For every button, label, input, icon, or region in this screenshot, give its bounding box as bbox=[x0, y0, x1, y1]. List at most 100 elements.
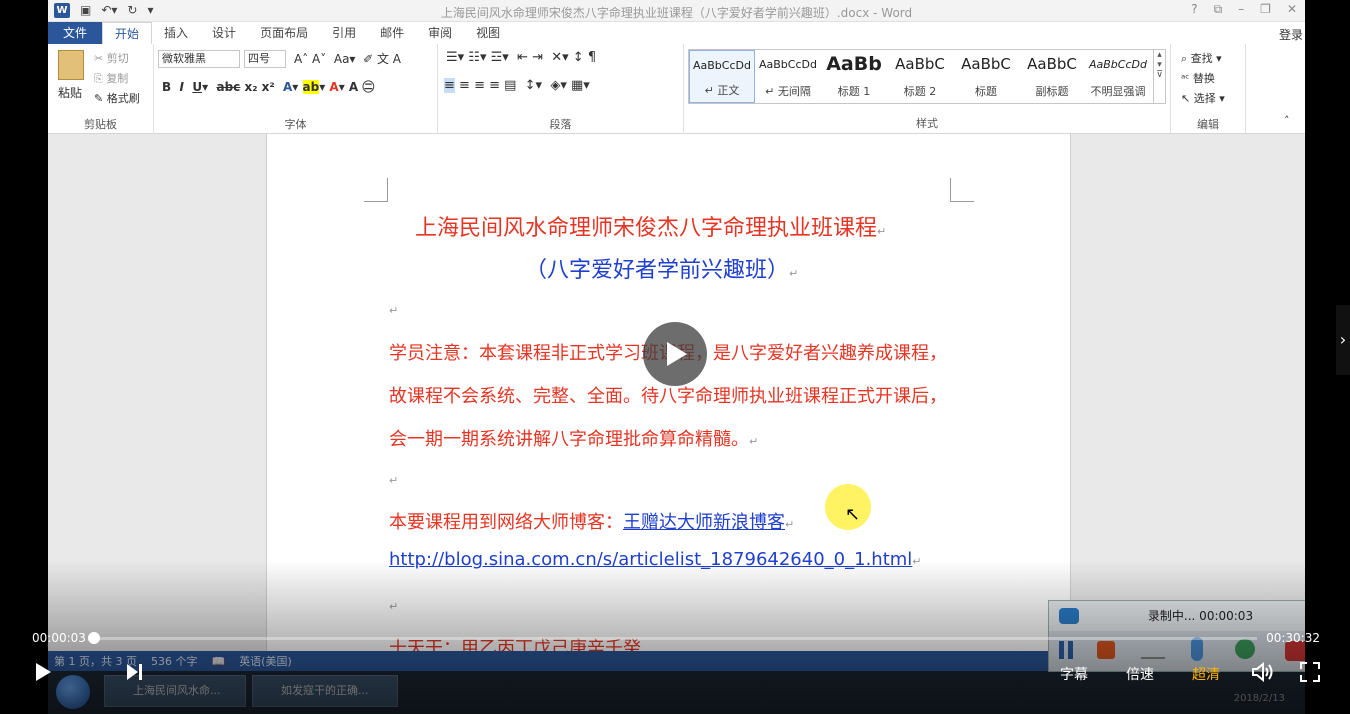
style-heading1[interactable]: AaBb 标题 1 bbox=[821, 50, 887, 103]
mouse-pointer-icon: ↖ bbox=[845, 504, 861, 525]
play-icon bbox=[667, 342, 687, 366]
font-grow-shrink-icons[interactable]: A˄ A˅ Aa▾ ✐ 文 A bbox=[294, 50, 401, 67]
quality-button[interactable]: 超清 bbox=[1192, 664, 1220, 684]
notice-line-3: 会一期一期系统讲解八字命理批命算命精髓。↵ bbox=[389, 425, 758, 451]
style-name: 标题 1 bbox=[837, 85, 871, 98]
speed-button[interactable]: 倍速 bbox=[1126, 664, 1154, 684]
clipboard-group: 粘贴 ✂ 剪切 ⎘ 复制 ✎ 格式刷 剪贴板 bbox=[48, 44, 154, 134]
word-count[interactable]: 536 个字 bbox=[151, 653, 198, 669]
tab-review[interactable]: 审阅 bbox=[416, 22, 464, 44]
document-title: 上海民间风水命理师宋俊杰八字命理执业班课程↵ bbox=[415, 210, 886, 242]
collapse-ribbon-icon[interactable]: ˄ bbox=[1284, 114, 1290, 127]
paste-icon[interactable] bbox=[58, 50, 84, 80]
list-icons[interactable]: ☰▾ ☷▾ ☲▾ ⇤ ⇥ ✕▾ ↕ ¶ bbox=[446, 50, 596, 65]
brush-icon: ✎ bbox=[94, 92, 104, 105]
next-button[interactable] bbox=[126, 662, 144, 682]
style-name: 标题 2 bbox=[903, 85, 937, 98]
restore-icon[interactable]: ❐ bbox=[1260, 2, 1271, 17]
close-icon[interactable]: ✕ bbox=[1287, 2, 1297, 17]
help-icon[interactable]: ? bbox=[1191, 2, 1197, 17]
subtitle-button[interactable]: 字幕 bbox=[1060, 664, 1088, 684]
document-page[interactable]: 上海民间风水命理师宋俊杰八字命理执业班课程↵ （八字爱好者学前兴趣班）↵ ↵ 学… bbox=[266, 134, 1071, 714]
format-painter-button[interactable]: ✎ 格式刷 bbox=[94, 90, 140, 106]
style-name: 副标题 bbox=[1035, 85, 1069, 98]
ribbon-tabs: 文件 开始 插入 设计 页面布局 引用 邮件 审阅 视图 登录 bbox=[48, 22, 1305, 44]
style-subtitle[interactable]: AaBbC 副标题 bbox=[1019, 50, 1085, 103]
minimize-icon[interactable]: – bbox=[1238, 2, 1244, 17]
styles-gallery: AaBbCcDd ↵ 正文 AaBbCcDd ↵ 无间隔 AaBb 标题 1 A… bbox=[688, 49, 1166, 104]
find-button[interactable]: ⌕ 查找 ▾ bbox=[1181, 50, 1222, 66]
tab-home[interactable]: 开始 bbox=[102, 22, 153, 44]
pointer-icon: ↖ bbox=[1181, 92, 1191, 105]
blog-prefix: 本要课程用到网络大师博客： bbox=[389, 512, 623, 533]
login-link[interactable]: 登录 bbox=[1279, 26, 1303, 43]
paragraph-mark: ↵ bbox=[749, 435, 759, 448]
blog-url-line: http://blog.sina.com.cn/s/articlelist_18… bbox=[389, 549, 922, 570]
fullscreen-button[interactable] bbox=[1300, 662, 1320, 682]
paragraph-mark: ↵ bbox=[389, 600, 399, 613]
microphone-icon[interactable] bbox=[1191, 637, 1203, 661]
style-preview: AaBbCcDd bbox=[693, 59, 751, 72]
paragraph-mark: ↵ bbox=[785, 518, 795, 531]
window-controls: ? ⧉ – ❐ ✕ bbox=[1191, 2, 1297, 17]
style-normal[interactable]: AaBbCcDd ↵ 正文 bbox=[689, 50, 755, 103]
paste-button[interactable]: 粘贴 bbox=[58, 84, 82, 101]
stop-record-icon[interactable] bbox=[1097, 641, 1115, 659]
copy-button[interactable]: ⎘ 复制 bbox=[94, 70, 128, 86]
select-button[interactable]: ↖ 选择 ▾ bbox=[1181, 90, 1225, 106]
document-subtitle: （八字爱好者学前兴趣班）↵ bbox=[525, 252, 798, 284]
style-preview: AaBbCcDd bbox=[759, 58, 817, 71]
margin-corner bbox=[950, 178, 974, 202]
center-play-button[interactable] bbox=[643, 322, 707, 386]
document-subtitle-text: （八字爱好者学前兴趣班） bbox=[525, 258, 790, 283]
styles-label: 样式 bbox=[916, 117, 938, 130]
font-size-select[interactable]: 四号 bbox=[244, 50, 286, 68]
language[interactable]: 英语(美国) bbox=[239, 653, 292, 669]
style-subtle-emphasis[interactable]: AaBbCcDd 不明显强调 bbox=[1085, 50, 1151, 103]
style-no-spacing[interactable]: AaBbCcDd ↵ 无间隔 bbox=[755, 50, 821, 103]
webcam-icon[interactable] bbox=[1235, 639, 1255, 659]
duration: 00:30:32 bbox=[1266, 631, 1320, 645]
styles-scroll-icon[interactable]: ▴ ▾ ⊽ bbox=[1153, 50, 1165, 103]
pause-record-icon[interactable] bbox=[1059, 641, 1073, 659]
tab-references[interactable]: 引用 bbox=[320, 22, 368, 44]
style-heading2[interactable]: AaBbC 标题 2 bbox=[887, 50, 953, 103]
tab-view[interactable]: 视图 bbox=[464, 22, 512, 44]
page-count[interactable]: 第 1 页，共 3 页 bbox=[54, 653, 137, 669]
volume-button[interactable] bbox=[1252, 662, 1274, 682]
play-button[interactable] bbox=[34, 662, 52, 682]
ribbon-display-icon[interactable]: ⧉ bbox=[1214, 2, 1223, 17]
font-name-select[interactable]: 微软雅黑 bbox=[158, 50, 240, 68]
window-title: 上海民间风水命理师宋俊杰八字命理执业班课程（八字爱好者学前兴趣班）.docx -… bbox=[440, 6, 913, 20]
tab-design[interactable]: 设计 bbox=[200, 22, 248, 44]
clipboard-label: 剪贴板 bbox=[84, 118, 117, 131]
replace-label: 替换 bbox=[1192, 72, 1215, 85]
proofing-icon[interactable]: 📖 bbox=[211, 655, 225, 668]
font-format-icons[interactable]: B I U▾ abc x₂ x² A▾ ab▾ A▾ A ㊁ bbox=[162, 78, 374, 95]
audio-level-icon bbox=[1141, 649, 1165, 659]
volume-icon bbox=[1252, 662, 1273, 682]
progress-bar[interactable] bbox=[93, 637, 1257, 640]
replace-button[interactable]: ᵃᶜ 替换 bbox=[1181, 70, 1215, 86]
next-arrow-icon[interactable]: › bbox=[1336, 305, 1350, 375]
tab-file[interactable]: 文件 bbox=[48, 22, 103, 44]
taskbar-date: 2018/2/13 bbox=[1233, 693, 1285, 704]
progress-knob[interactable] bbox=[88, 632, 100, 644]
cut-button[interactable]: ✂ 剪切 bbox=[94, 50, 129, 66]
paragraph-group: ☰▾ ☷▾ ☲▾ ⇤ ⇥ ✕▾ ↕ ¶ ≡ ≡ ≡ ≡ ▤ ↕▾ ◈▾ ▦▾ 段… bbox=[438, 44, 684, 134]
blog-name-link[interactable]: 王赠达大师新浪博客 bbox=[623, 512, 785, 533]
style-name: ↵ 无间隔 bbox=[765, 85, 811, 98]
style-title[interactable]: AaBbC 标题 bbox=[953, 50, 1019, 103]
tab-mailings[interactable]: 邮件 bbox=[368, 22, 416, 44]
recorder-status: 录制中... 00:00:03 bbox=[1147, 609, 1254, 623]
tab-insert[interactable]: 插入 bbox=[152, 22, 200, 44]
start-button-icon[interactable] bbox=[56, 675, 90, 709]
paragraph-mark: ↵ bbox=[389, 474, 399, 487]
alignment-icons[interactable]: ≡ ≡ ≡ ≡ ▤ ↕▾ ◈▾ ▦▾ bbox=[444, 78, 590, 93]
blog-url-link[interactable]: http://blog.sina.com.cn/s/articlelist_18… bbox=[389, 549, 912, 570]
find-label: 查找 bbox=[1190, 52, 1213, 65]
document-title-text: 上海民间风水命理师宋俊杰八字命理执业班课程 bbox=[415, 216, 878, 241]
scissors-icon: ✂ bbox=[94, 52, 104, 65]
taskbar-browser[interactable]: 如发寇干的正确... bbox=[252, 675, 398, 707]
tab-layout[interactable]: 页面布局 bbox=[248, 22, 320, 44]
